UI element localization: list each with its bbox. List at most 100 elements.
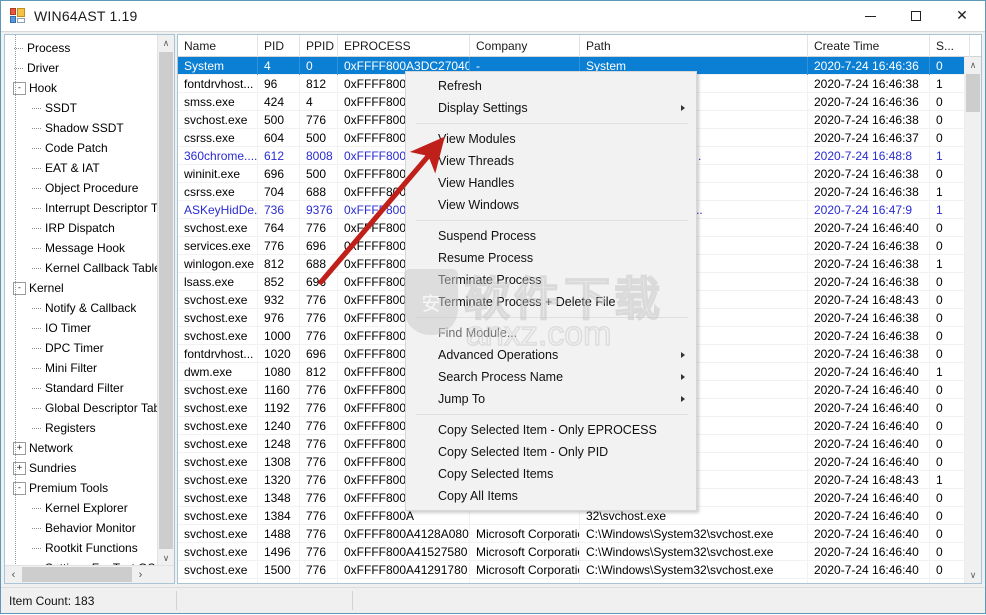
menu-item-jump-to[interactable]: Jump To	[406, 388, 696, 410]
cell-s: 0	[930, 543, 965, 561]
maximize-icon	[911, 11, 921, 21]
tree-connector-icon	[31, 383, 42, 394]
minimize-button[interactable]	[847, 1, 893, 32]
menu-item-find-module[interactable]: Find Module...	[406, 322, 696, 344]
menu-separator	[416, 123, 688, 124]
maximize-button[interactable]	[893, 1, 939, 32]
column-header-s[interactable]: S...	[930, 35, 970, 57]
menu-item-advanced-operations[interactable]: Advanced Operations	[406, 344, 696, 366]
cell-name: services.exe	[178, 237, 258, 255]
sidebar-item-code-patch[interactable]: Code Patch	[9, 138, 158, 158]
sidebar-scroll-up-button[interactable]: ∧	[158, 35, 174, 51]
menu-item-display-settings[interactable]: Display Settings	[406, 97, 696, 119]
sidebar-horizontal-scrollbar[interactable]: ‹ ›	[5, 565, 174, 583]
cell-s: 0	[930, 381, 965, 399]
cell-name: ASKeyHidDe...	[178, 201, 258, 219]
table-row[interactable]: svchost.exe 1500 776 0xFFFF800A41291780 Micr…	[178, 561, 965, 579]
menu-item-view-threads[interactable]: View Threads	[406, 150, 696, 172]
sidebar-item-dpc-timer[interactable]: DPC Timer	[9, 338, 158, 358]
menu-item-suspend-process[interactable]: Suspend Process	[406, 225, 696, 247]
cell-create-time: 2020-7-24 16:46:40	[808, 219, 930, 237]
table-row[interactable]: 360chrome....152480080xFFFF800A424480803…	[178, 579, 965, 583]
sidebar-item-label: SSDT	[45, 101, 78, 115]
cell-name: svchost.exe	[178, 219, 258, 237]
cell-ppid: 812	[300, 363, 338, 381]
sidebar-item-shadow-ssdt[interactable]: Shadow SSDT	[9, 118, 158, 138]
column-header-eprocess[interactable]: EPROCESS	[338, 35, 470, 57]
cell-path: C:\tools\360liulanqi\360Chrome\Chrome\..…	[580, 579, 808, 583]
column-header-create-time[interactable]: Create Time	[808, 35, 930, 57]
menu-item-terminate-process-delete-file[interactable]: Terminate Process + Delete File	[406, 291, 696, 313]
sidebar-item-kernel[interactable]: - Kernel	[9, 278, 158, 298]
sidebar-item-process[interactable]: Process	[9, 38, 158, 58]
menu-item-view-windows[interactable]: View Windows	[406, 194, 696, 216]
sidebar-scroll-right-button[interactable]: ›	[132, 567, 149, 583]
menu-item-view-handles[interactable]: View Handles	[406, 172, 696, 194]
table-row[interactable]: svchost.exe 1488 776 0xFFFF800A4128A080 Micr…	[178, 525, 965, 543]
table-row[interactable]: svchost.exe 1496 776 0xFFFF800A41527580 Micr…	[178, 543, 965, 561]
menu-item-search-process-name[interactable]: Search Process Name	[406, 366, 696, 388]
cell-create-time: 2020-7-24 16:48:13	[808, 579, 930, 583]
sidebar-item-notify-callback[interactable]: Notify & Callback	[9, 298, 158, 318]
sidebar-item-mini-filter[interactable]: Mini Filter	[9, 358, 158, 378]
sidebar-item-irp-dispatch[interactable]: IRP Dispatch	[9, 218, 158, 238]
sidebar-item-io-timer[interactable]: IO Timer	[9, 318, 158, 338]
sidebar-scroll-down-button[interactable]: ∨	[158, 550, 174, 566]
sidebar-item-label: IO Timer	[45, 321, 92, 335]
sidebar-item-eat-iat[interactable]: EAT & IAT	[9, 158, 158, 178]
status-item-count: Item Count: 183	[9, 593, 95, 608]
process-list-vertical-scrollbar[interactable]: ∧ ∨	[964, 57, 981, 583]
menu-item-copy-all-items[interactable]: Copy All Items	[406, 485, 696, 507]
sidebar-item-kernel-callback-table[interactable]: Kernel Callback Table	[9, 258, 158, 278]
menu-item-refresh[interactable]: Refresh	[406, 75, 696, 97]
sidebar-vscroll-thumb[interactable]	[159, 52, 173, 549]
sidebar-vertical-scrollbar[interactable]: ∧ ∨	[157, 35, 174, 566]
sidebar-item-registers[interactable]: Registers	[9, 418, 158, 438]
sidebar-item-kernel-explorer[interactable]: Kernel Explorer	[9, 498, 158, 518]
sidebar-item-behavior-monitor[interactable]: Behavior Monitor	[9, 518, 158, 538]
menu-item-resume-process[interactable]: Resume Process	[406, 247, 696, 269]
list-vscroll-thumb[interactable]	[966, 74, 980, 112]
cell-name: svchost.exe	[178, 291, 258, 309]
sidebar-item-standard-filter[interactable]: Standard Filter	[9, 378, 158, 398]
sidebar-item-hook[interactable]: - Hook	[9, 78, 158, 98]
sidebar-scroll-left-button[interactable]: ‹	[5, 567, 22, 583]
menu-item-copy-selected-item-only-pid[interactable]: Copy Selected Item - Only PID	[406, 441, 696, 463]
menu-item-terminate-process[interactable]: Terminate Process	[406, 269, 696, 291]
sidebar-item-premium-tools[interactable]: - Premium Tools	[9, 478, 158, 498]
cell-create-time: 2020-7-24 16:46:38	[808, 111, 930, 129]
close-button[interactable]: ✕	[939, 1, 985, 32]
sidebar-hscroll-thumb[interactable]	[22, 567, 132, 582]
cell-ppid: 8008	[300, 147, 338, 165]
menu-item-copy-selected-item-only-eprocess[interactable]: Copy Selected Item - Only EPROCESS	[406, 419, 696, 441]
sidebar-item-label: Sundries	[29, 461, 77, 475]
menu-item-view-modules[interactable]: View Modules	[406, 128, 696, 150]
column-header-ppid[interactable]: PPID	[300, 35, 338, 57]
list-scroll-down-button[interactable]: ∨	[965, 567, 981, 583]
column-header-company[interactable]: Company	[470, 35, 580, 57]
menu-item-label: Terminate Process	[438, 273, 542, 287]
process-context-menu[interactable]: Refresh Display Settings View Modules View …	[405, 71, 697, 511]
sidebar-item-message-hook[interactable]: Message Hook	[9, 238, 158, 258]
sidebar-item-rootkit-functions[interactable]: Rootkit Functions	[9, 538, 158, 558]
cell-pid: 696	[258, 165, 300, 183]
sidebar-item-interrupt-descriptor-tal[interactable]: Interrupt Descriptor Tal	[9, 198, 158, 218]
tree-connector-icon	[31, 103, 42, 114]
column-header-path[interactable]: Path	[580, 35, 808, 57]
sidebar-item-sundries[interactable]: + Sundries	[9, 458, 158, 478]
sidebar-item-global-descriptor-table[interactable]: Global Descriptor Table	[9, 398, 158, 418]
cell-create-time: 2020-7-24 16:46:38	[808, 345, 930, 363]
cell-create-time: 2020-7-24 16:46:36	[808, 93, 930, 111]
menu-item-copy-selected-items[interactable]: Copy Selected Items	[406, 463, 696, 485]
cell-s: 0	[930, 507, 965, 525]
column-header-pid[interactable]: PID	[258, 35, 300, 57]
cell-name: svchost.exe	[178, 525, 258, 543]
sidebar-item-object-procedure[interactable]: Object Procedure	[9, 178, 158, 198]
tree-connector-icon	[31, 543, 42, 554]
minimize-icon	[864, 15, 876, 17]
column-header-name[interactable]: Name	[178, 35, 258, 57]
sidebar-item-network[interactable]: + Network	[9, 438, 158, 458]
list-scroll-up-button[interactable]: ∧	[965, 57, 981, 73]
sidebar-item-ssdt[interactable]: SSDT	[9, 98, 158, 118]
sidebar-item-driver[interactable]: Driver	[9, 58, 158, 78]
